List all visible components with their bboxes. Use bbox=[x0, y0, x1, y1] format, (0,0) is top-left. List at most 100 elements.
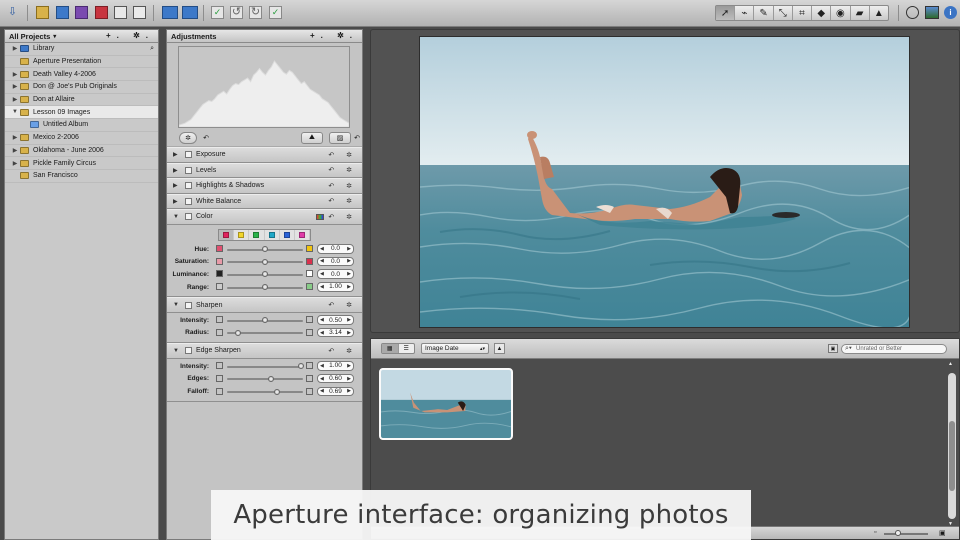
adjustment-brick-header[interactable]: ▶ Highlights & Shadows ↶ ✲ bbox=[167, 178, 362, 194]
brick-actions[interactable]: ↶ ✲ bbox=[328, 347, 357, 355]
brick-actions[interactable]: ↶ ✲ bbox=[328, 301, 357, 309]
project-list-item[interactable]: ▶ Oklahoma - June 2006 bbox=[5, 145, 158, 158]
slider-track[interactable] bbox=[227, 391, 303, 393]
import-icon[interactable]: ⇩ bbox=[6, 6, 19, 19]
histogram-options-icon[interactable]: ✲ bbox=[179, 132, 197, 144]
adjustment-brick-header[interactable]: ▶ White Balance ↶ ✲ bbox=[167, 193, 362, 209]
stepper-right-icon[interactable]: ▶ bbox=[347, 258, 351, 264]
value-stepper[interactable]: ◀ 1.00 ▶ bbox=[317, 361, 354, 371]
project-list-item[interactable]: ▶ Don @ Joe's Pub Originals bbox=[5, 81, 158, 94]
edge-sharpen-brick-header[interactable]: ▼ Edge Sharpen ↶ ✲ bbox=[167, 343, 362, 359]
projects-popup-label[interactable]: All Projects bbox=[9, 32, 50, 41]
stepper-left-icon[interactable]: ◀ bbox=[320, 376, 324, 382]
viewer-mode-icon[interactable] bbox=[906, 6, 919, 19]
value-stepper[interactable]: ◀ 0.69 ▶ bbox=[317, 386, 354, 396]
slider-knob[interactable] bbox=[297, 363, 304, 370]
new-book-icon[interactable] bbox=[114, 6, 127, 19]
color-swatch[interactable] bbox=[219, 229, 235, 240]
edge-sharpen-enable-checkbox[interactable] bbox=[185, 347, 192, 355]
project-list-item[interactable]: ▶ Library ⌕ bbox=[5, 43, 158, 56]
brick-actions[interactable]: ↶ ✲ bbox=[328, 213, 357, 221]
stepper-left-icon[interactable]: ◀ bbox=[320, 246, 324, 252]
stepper-left-icon[interactable]: ◀ bbox=[320, 258, 324, 264]
search-icon[interactable]: ⌕ bbox=[150, 45, 154, 53]
brick-actions[interactable]: ↶ ✲ bbox=[328, 151, 357, 159]
disclosure-open-icon[interactable]: ▼ bbox=[10, 109, 20, 115]
sharpen-enable-checkbox[interactable] bbox=[185, 301, 192, 309]
sort-direction-button[interactable]: ▲ bbox=[494, 343, 505, 354]
stepper-right-icon[interactable]: ▶ bbox=[347, 388, 351, 394]
value-stepper[interactable]: ◀ 0.50 ▶ bbox=[317, 315, 354, 325]
slider-knob[interactable] bbox=[262, 246, 268, 252]
stepper-left-icon[interactable]: ◀ bbox=[320, 271, 324, 277]
rotate-left-icon[interactable]: ↺ bbox=[230, 6, 243, 19]
slider-knob[interactable] bbox=[262, 258, 268, 265]
new-album-icon[interactable] bbox=[75, 6, 88, 19]
slider-knob[interactable] bbox=[235, 329, 242, 336]
project-list-item[interactable]: ▶ Pickle Family Circus bbox=[5, 157, 158, 170]
brick-enable-checkbox[interactable] bbox=[185, 182, 192, 190]
sort-select[interactable]: Image Date ▴▾ bbox=[421, 343, 489, 354]
disclosure-icon[interactable]: ▶ bbox=[173, 151, 181, 158]
color-swatch[interactable] bbox=[249, 229, 265, 240]
color-swatch[interactable] bbox=[280, 229, 295, 240]
auto-exposure-icon[interactable]: ⛰ bbox=[301, 132, 323, 144]
project-list-item[interactable]: Untitled Album bbox=[5, 119, 158, 132]
projects-header[interactable]: All Projects ▾ +. ✲. bbox=[5, 30, 158, 43]
check-icon[interactable]: ✓ bbox=[269, 6, 282, 19]
color-swatch[interactable] bbox=[295, 229, 311, 240]
new-folder-icon[interactable] bbox=[56, 6, 69, 19]
disclosure-open-icon[interactable]: ▼ bbox=[173, 348, 181, 354]
color-swatch[interactable] bbox=[265, 229, 280, 240]
stepper-right-icon[interactable]: ▶ bbox=[347, 330, 351, 336]
scroll-thumb[interactable] bbox=[949, 421, 955, 491]
new-light-table-icon[interactable] bbox=[133, 6, 146, 19]
new-smart-album-icon[interactable] bbox=[95, 6, 108, 19]
value-stepper[interactable]: ◀ 3.14 ▶ bbox=[317, 327, 354, 338]
loupe-icon[interactable]: ◉ bbox=[831, 6, 851, 20]
stepper-left-icon[interactable]: ◀ bbox=[320, 388, 324, 394]
thumbnail-size-slider[interactable] bbox=[884, 533, 928, 535]
disclosure-icon[interactable]: ▶ bbox=[10, 96, 20, 103]
full-screen-icon[interactable] bbox=[925, 6, 939, 19]
stepper-left-icon[interactable]: ◀ bbox=[320, 330, 324, 336]
browser-scrollbar[interactable]: ▲ ▼ bbox=[947, 361, 957, 531]
undo-icon[interactable]: ↶ bbox=[352, 132, 362, 144]
brick-actions[interactable]: ↶ ✲ bbox=[328, 182, 357, 190]
repair-icon[interactable]: ▲ bbox=[870, 6, 888, 20]
disclosure-icon[interactable]: ▶ bbox=[10, 147, 20, 154]
slider-knob[interactable] bbox=[262, 284, 268, 291]
scroll-up-icon[interactable]: ▲ bbox=[948, 361, 953, 367]
stepper-left-icon[interactable]: ◀ bbox=[320, 317, 324, 323]
value-stepper[interactable]: ◀ 0.60 ▶ bbox=[317, 373, 354, 384]
stepper-right-icon[interactable]: ▶ bbox=[347, 284, 351, 290]
disclosure-icon[interactable]: ▶ bbox=[173, 198, 181, 205]
value-stepper[interactable]: ◀ 1.00 ▶ bbox=[317, 282, 354, 292]
patch-icon[interactable]: ▰ bbox=[851, 6, 870, 20]
color-swatch[interactable] bbox=[234, 229, 250, 240]
stack-icon[interactable] bbox=[162, 6, 178, 19]
auto-levels-icon[interactable]: ▨ bbox=[329, 132, 351, 144]
color-picker-icon[interactable] bbox=[316, 213, 324, 220]
straighten-icon[interactable]: ⤡ bbox=[774, 6, 793, 20]
stepper-right-icon[interactable]: ▶ bbox=[347, 246, 351, 252]
brick-actions[interactable]: ↶ ✲ bbox=[328, 197, 357, 205]
thumbnail-size-knob[interactable] bbox=[895, 530, 901, 536]
brick-enable-checkbox[interactable] bbox=[185, 197, 192, 205]
disclosure-icon[interactable]: ▶ bbox=[173, 167, 181, 174]
project-list-item[interactable]: ▶ Mexico 2-2006 bbox=[5, 132, 158, 145]
disclosure-open-icon[interactable]: ▼ bbox=[173, 214, 181, 220]
stepper-right-icon[interactable]: ▶ bbox=[347, 271, 351, 277]
split-stack-icon[interactable] bbox=[182, 6, 198, 19]
stepper-right-icon[interactable]: ▶ bbox=[347, 363, 351, 369]
query-search-field[interactable]: ⌕▾ Unrated or Better bbox=[841, 344, 947, 354]
slider-knob[interactable] bbox=[274, 388, 281, 395]
reset-icon[interactable]: ↶ bbox=[201, 132, 211, 144]
color-brick-header[interactable]: ▼ Color ↶ ✲ bbox=[167, 209, 362, 225]
grid-view-icon[interactable]: ▦ bbox=[382, 344, 399, 353]
project-list-item[interactable]: Aperture Presentation bbox=[5, 56, 158, 69]
value-stepper[interactable]: ◀ 0.0 ▶ bbox=[317, 269, 354, 279]
project-list-item[interactable]: ▼ Lesson 09 Images bbox=[5, 106, 158, 120]
list-view-icon[interactable]: ☰ bbox=[399, 344, 415, 353]
slider-knob[interactable] bbox=[268, 375, 275, 382]
